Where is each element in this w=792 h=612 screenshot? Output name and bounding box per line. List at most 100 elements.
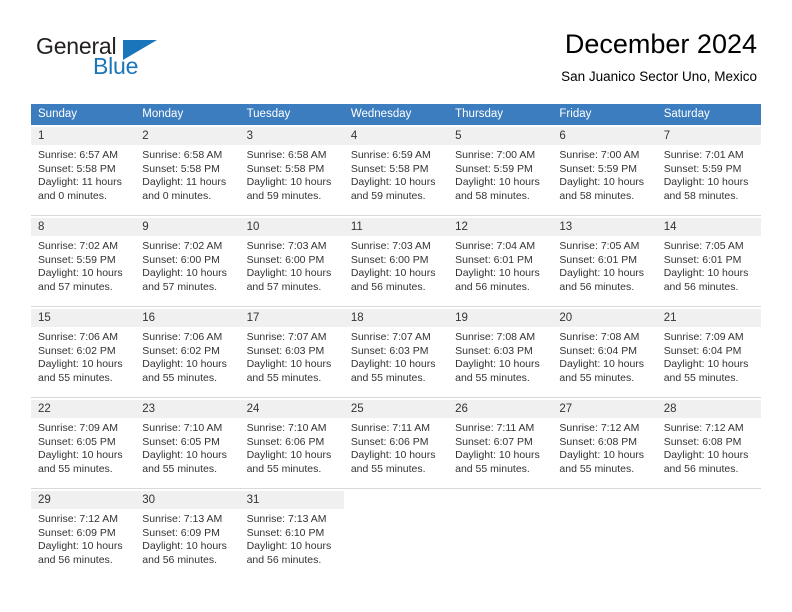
daylight-text-line2: and 55 minutes. bbox=[455, 371, 530, 384]
day-cell[interactable]: 18 Sunrise: 7:07 AM Sunset: 6:03 PM Dayl… bbox=[343, 309, 449, 397]
daylight-text-line2: and 56 minutes. bbox=[246, 553, 322, 566]
day-details: Sunrise: 7:12 AM Sunset: 6:08 PM Dayligh… bbox=[657, 418, 761, 476]
daylight-text-line2: and 55 minutes. bbox=[559, 462, 635, 475]
day-details: Sunrise: 7:05 AM Sunset: 6:01 PM Dayligh… bbox=[657, 236, 761, 294]
sunset-text: Sunset: 6:03 PM bbox=[350, 344, 429, 357]
sunrise-text: Sunrise: 7:08 AM bbox=[455, 331, 536, 343]
day-cell[interactable]: 9 Sunrise: 7:02 AM Sunset: 6:00 PM Dayli… bbox=[135, 218, 240, 306]
sunset-text: Sunset: 6:08 PM bbox=[559, 435, 638, 448]
sunset-text: Sunset: 5:58 PM bbox=[246, 162, 325, 175]
daylight-text-line2: and 0 minutes. bbox=[142, 189, 212, 202]
sunrise-text: Sunrise: 7:07 AM bbox=[350, 331, 431, 343]
day-details: Sunrise: 7:02 AM Sunset: 5:59 PM Dayligh… bbox=[31, 236, 135, 294]
day-number: 20 bbox=[552, 309, 657, 327]
day-cell[interactable]: 27 Sunrise: 7:12 AM Sunset: 6:08 PM Dayl… bbox=[552, 400, 657, 488]
day-number: 25 bbox=[343, 400, 449, 418]
daylight-text-line1: Daylight: 10 hours bbox=[663, 449, 749, 461]
sunrise-text: Sunrise: 7:01 AM bbox=[663, 149, 744, 161]
day-number: 27 bbox=[552, 400, 657, 418]
daylight-text-line1: Daylight: 10 hours bbox=[663, 267, 749, 279]
day-cell[interactable]: 15 Sunrise: 7:06 AM Sunset: 6:02 PM Dayl… bbox=[31, 309, 136, 397]
day-cell-empty bbox=[552, 491, 657, 579]
general-blue-logo[interactable]: General Blue bbox=[36, 33, 166, 81]
sunrise-text: Sunrise: 7:10 AM bbox=[142, 422, 223, 434]
sunrise-text: Sunrise: 7:03 AM bbox=[350, 240, 431, 252]
day-cell[interactable]: 31 Sunrise: 7:13 AM Sunset: 6:10 PM Dayl… bbox=[239, 491, 344, 579]
day-cell[interactable]: 14 Sunrise: 7:05 AM Sunset: 6:01 PM Dayl… bbox=[656, 218, 761, 306]
day-number: 5 bbox=[448, 127, 553, 145]
day-cell[interactable]: 8 Sunrise: 7:02 AM Sunset: 5:59 PM Dayli… bbox=[31, 218, 136, 306]
sunrise-text: Sunrise: 7:05 AM bbox=[559, 240, 640, 252]
day-cell[interactable]: 4 Sunrise: 6:59 AM Sunset: 5:58 PM Dayli… bbox=[343, 127, 449, 215]
daylight-text-line2: and 0 minutes. bbox=[38, 189, 107, 202]
daylight-text-line2: and 56 minutes. bbox=[350, 280, 426, 293]
day-cell[interactable]: 16 Sunrise: 7:06 AM Sunset: 6:02 PM Dayl… bbox=[135, 309, 240, 397]
daylight-text-line2: and 55 minutes. bbox=[663, 371, 739, 384]
daylight-text-line1: Daylight: 10 hours bbox=[142, 267, 227, 279]
day-details: Sunrise: 7:00 AM Sunset: 5:59 PM Dayligh… bbox=[552, 145, 656, 203]
day-cell-empty bbox=[656, 491, 761, 579]
sunset-text: Sunset: 6:00 PM bbox=[350, 253, 429, 266]
day-cell[interactable]: 7 Sunrise: 7:01 AM Sunset: 5:59 PM Dayli… bbox=[656, 127, 761, 215]
day-cell[interactable]: 11 Sunrise: 7:03 AM Sunset: 6:00 PM Dayl… bbox=[343, 218, 449, 306]
day-details: Sunrise: 7:13 AM Sunset: 6:09 PM Dayligh… bbox=[135, 509, 239, 567]
day-cell[interactable]: 28 Sunrise: 7:12 AM Sunset: 6:08 PM Dayl… bbox=[656, 400, 761, 488]
day-cell[interactable]: 2 Sunrise: 6:58 AM Sunset: 5:58 PM Dayli… bbox=[135, 127, 240, 215]
day-cell-empty bbox=[343, 491, 449, 579]
day-number bbox=[656, 491, 761, 509]
week-row: 1 Sunrise: 6:57 AM Sunset: 5:58 PM Dayli… bbox=[31, 125, 761, 215]
sunrise-text: Sunrise: 7:07 AM bbox=[246, 331, 327, 343]
sunrise-text: Sunrise: 7:13 AM bbox=[142, 513, 223, 525]
day-cell[interactable]: 22 Sunrise: 7:09 AM Sunset: 6:05 PM Dayl… bbox=[31, 400, 136, 488]
day-details: Sunrise: 7:11 AM Sunset: 6:06 PM Dayligh… bbox=[344, 418, 448, 476]
daylight-text-line1: Daylight: 10 hours bbox=[142, 449, 227, 461]
daylight-text-line1: Daylight: 10 hours bbox=[246, 540, 332, 552]
daylight-text-line1: Daylight: 10 hours bbox=[663, 176, 749, 188]
day-cell[interactable]: 21 Sunrise: 7:09 AM Sunset: 6:04 PM Dayl… bbox=[656, 309, 761, 397]
day-cell[interactable]: 26 Sunrise: 7:11 AM Sunset: 6:07 PM Dayl… bbox=[448, 400, 553, 488]
sunset-text: Sunset: 6:00 PM bbox=[246, 253, 325, 266]
day-number: 10 bbox=[239, 218, 344, 236]
day-cell[interactable]: 5 Sunrise: 7:00 AM Sunset: 5:59 PM Dayli… bbox=[448, 127, 553, 215]
sunrise-text: Sunrise: 7:10 AM bbox=[246, 422, 327, 434]
daylight-text-line2: and 55 minutes. bbox=[455, 462, 530, 475]
day-cell[interactable]: 12 Sunrise: 7:04 AM Sunset: 6:01 PM Dayl… bbox=[448, 218, 553, 306]
day-details: Sunrise: 7:01 AM Sunset: 5:59 PM Dayligh… bbox=[657, 145, 761, 203]
sunset-text: Sunset: 6:07 PM bbox=[455, 435, 533, 448]
day-cell[interactable]: 6 Sunrise: 7:00 AM Sunset: 5:59 PM Dayli… bbox=[552, 127, 657, 215]
weekday-header-saturday: Saturday bbox=[663, 108, 710, 120]
day-cell[interactable]: 1 Sunrise: 6:57 AM Sunset: 5:58 PM Dayli… bbox=[31, 127, 136, 215]
day-number: 14 bbox=[656, 218, 761, 236]
day-cell[interactable]: 17 Sunrise: 7:07 AM Sunset: 6:03 PM Dayl… bbox=[239, 309, 344, 397]
day-details: Sunrise: 7:12 AM Sunset: 6:08 PM Dayligh… bbox=[552, 418, 656, 476]
sunset-text: Sunset: 5:59 PM bbox=[559, 162, 638, 175]
day-cell[interactable]: 20 Sunrise: 7:08 AM Sunset: 6:04 PM Dayl… bbox=[552, 309, 657, 397]
day-cell[interactable]: 3 Sunrise: 6:58 AM Sunset: 5:58 PM Dayli… bbox=[239, 127, 344, 215]
day-number: 24 bbox=[239, 400, 344, 418]
daylight-text-line2: and 56 minutes. bbox=[663, 280, 739, 293]
day-number: 9 bbox=[135, 218, 240, 236]
day-cell[interactable]: 10 Sunrise: 7:03 AM Sunset: 6:00 PM Dayl… bbox=[239, 218, 344, 306]
day-cell[interactable]: 13 Sunrise: 7:05 AM Sunset: 6:01 PM Dayl… bbox=[552, 218, 657, 306]
daylight-text-line1: Daylight: 10 hours bbox=[559, 358, 645, 370]
day-cell[interactable]: 23 Sunrise: 7:10 AM Sunset: 6:05 PM Dayl… bbox=[135, 400, 240, 488]
day-cell[interactable]: 30 Sunrise: 7:13 AM Sunset: 6:09 PM Dayl… bbox=[135, 491, 240, 579]
day-cell[interactable]: 25 Sunrise: 7:11 AM Sunset: 6:06 PM Dayl… bbox=[343, 400, 449, 488]
day-details: Sunrise: 6:58 AM Sunset: 5:58 PM Dayligh… bbox=[240, 145, 344, 203]
day-details: Sunrise: 7:06 AM Sunset: 6:02 PM Dayligh… bbox=[31, 327, 135, 385]
daylight-text-line1: Daylight: 10 hours bbox=[38, 267, 123, 279]
day-cell[interactable]: 19 Sunrise: 7:08 AM Sunset: 6:03 PM Dayl… bbox=[448, 309, 553, 397]
day-number: 16 bbox=[135, 309, 240, 327]
sunrise-text: Sunrise: 7:12 AM bbox=[559, 422, 640, 434]
daylight-text-line1: Daylight: 10 hours bbox=[246, 358, 332, 370]
page-title: December 2024 bbox=[564, 29, 757, 59]
sunrise-text: Sunrise: 6:59 AM bbox=[350, 149, 431, 161]
daylight-text-line2: and 56 minutes. bbox=[455, 280, 530, 293]
day-cell[interactable]: 24 Sunrise: 7:10 AM Sunset: 6:06 PM Dayl… bbox=[239, 400, 344, 488]
day-details: Sunrise: 7:09 AM Sunset: 6:05 PM Dayligh… bbox=[31, 418, 135, 476]
daylight-text-line2: and 55 minutes. bbox=[246, 462, 322, 475]
sunset-text: Sunset: 6:01 PM bbox=[455, 253, 533, 266]
day-number: 4 bbox=[343, 127, 449, 145]
daylight-text-line2: and 55 minutes. bbox=[38, 371, 113, 384]
day-cell[interactable]: 29 Sunrise: 7:12 AM Sunset: 6:09 PM Dayl… bbox=[31, 491, 136, 579]
